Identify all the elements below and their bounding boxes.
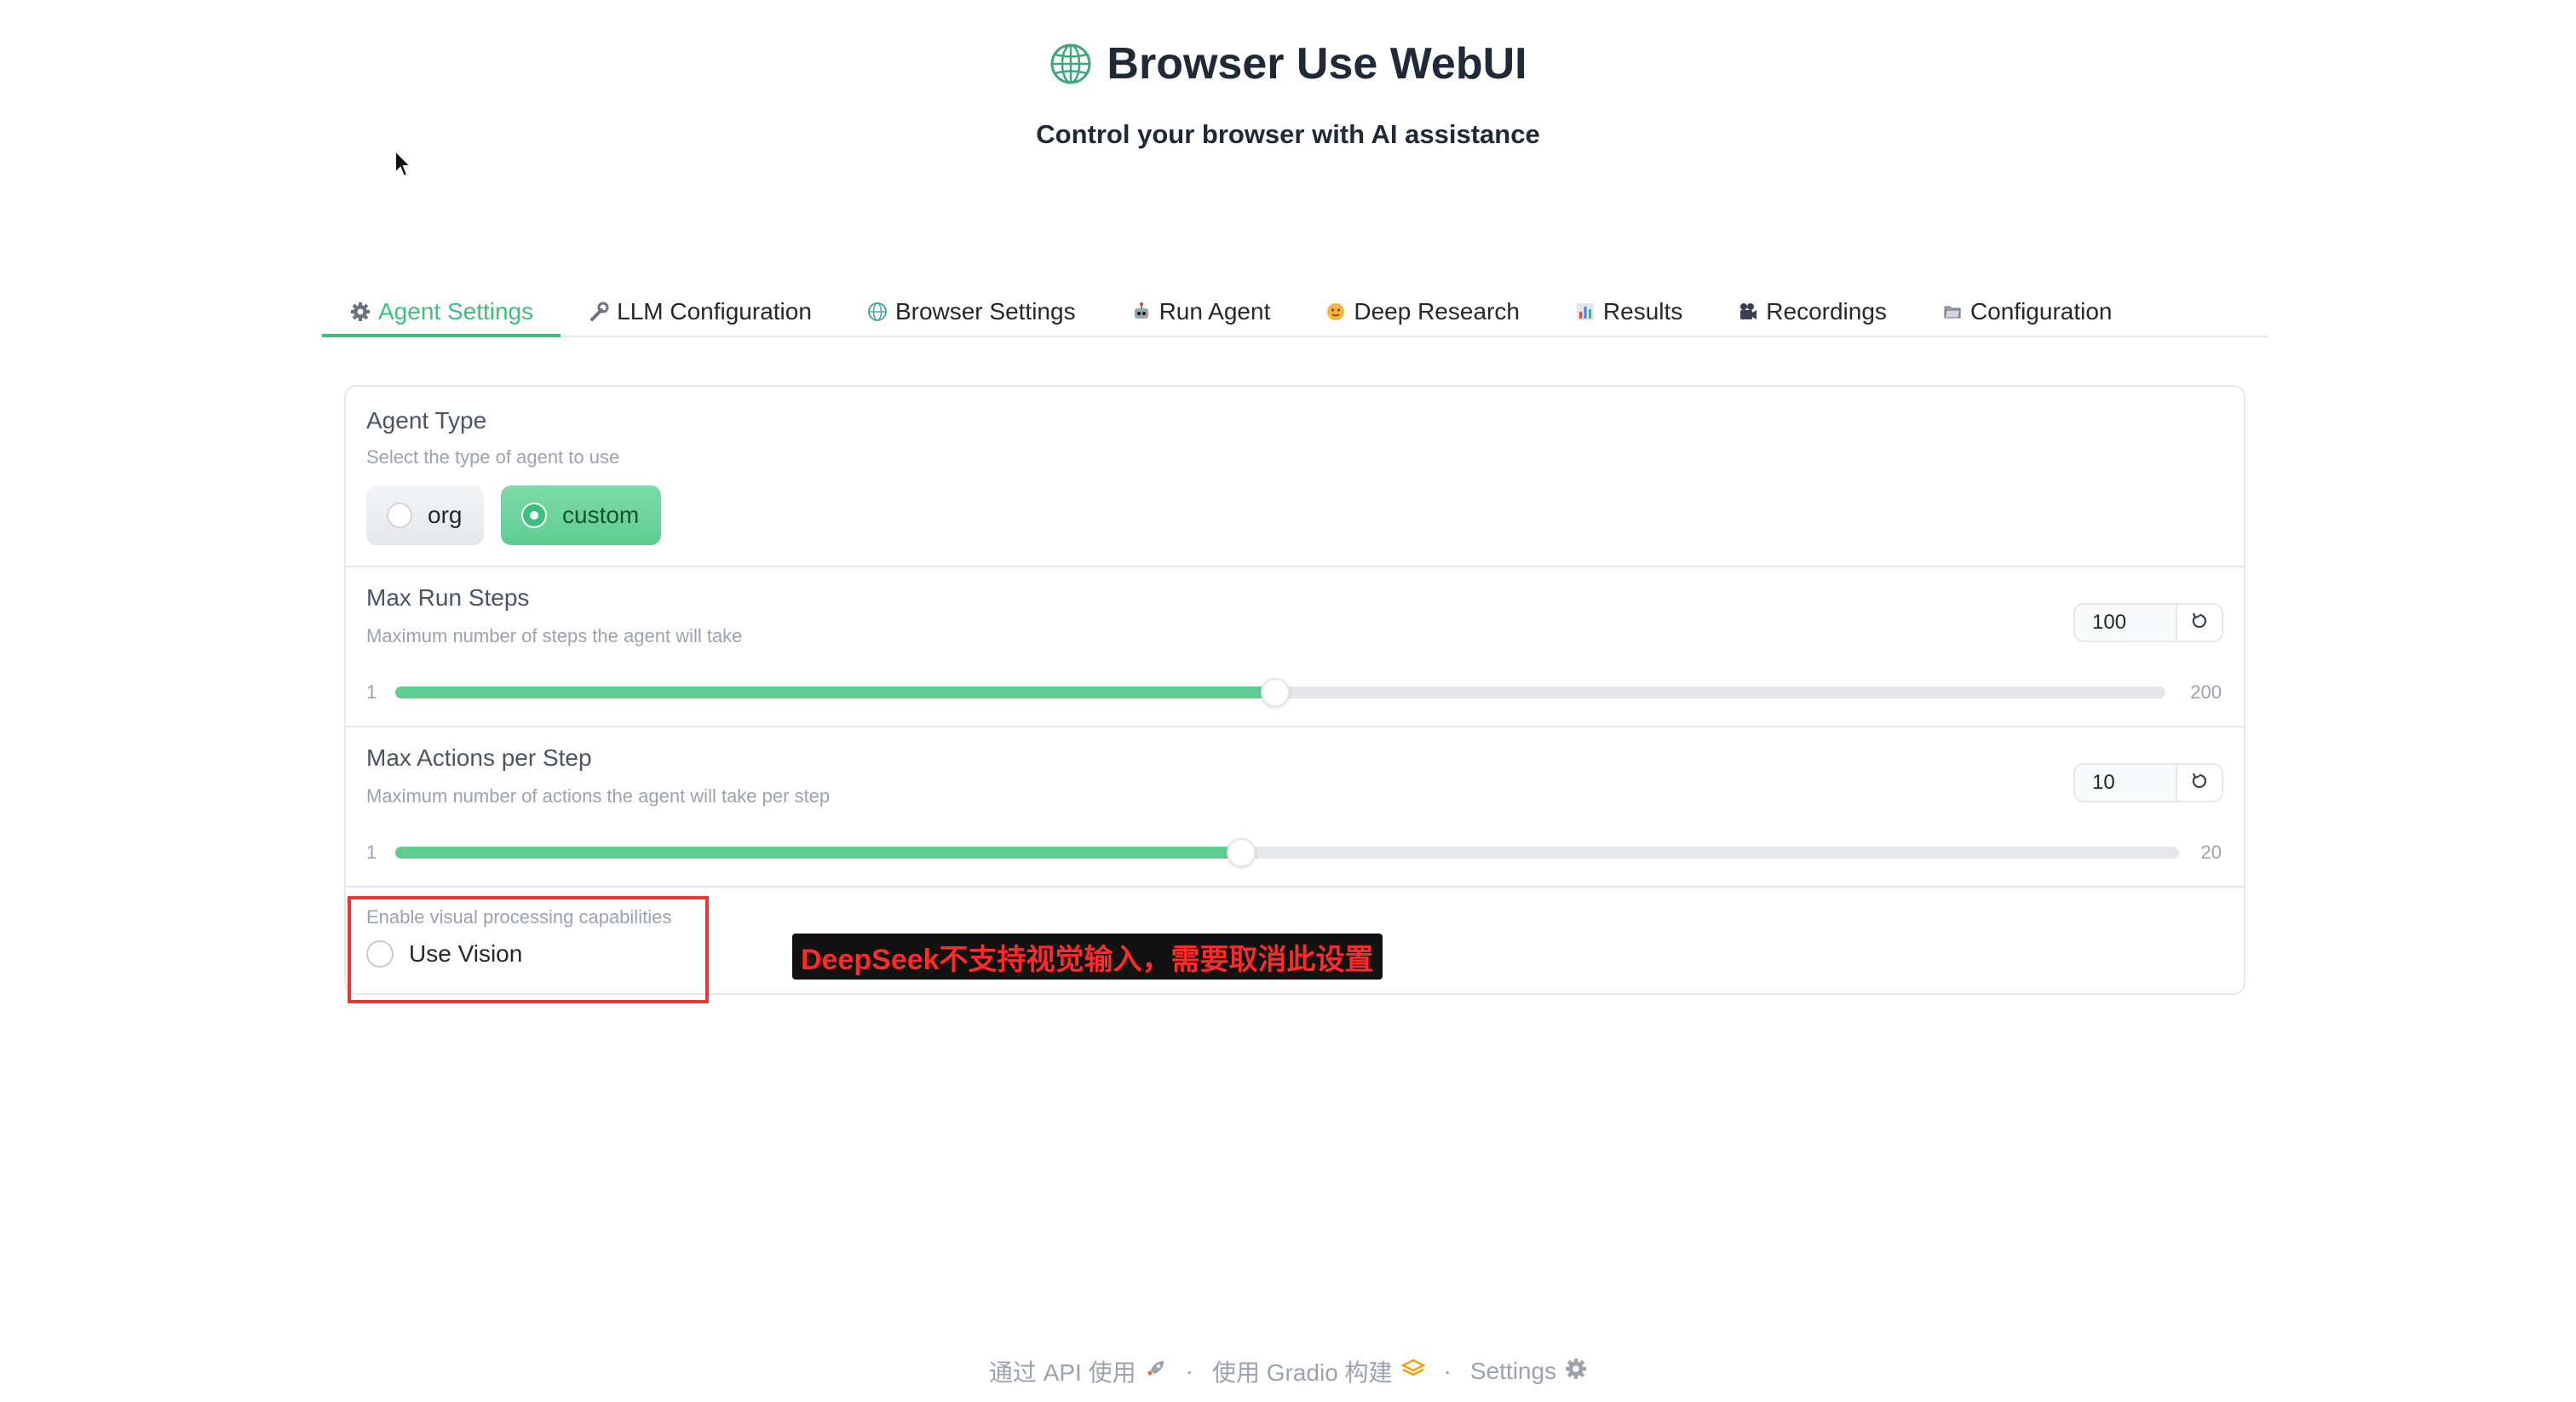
- globe-icon: [1049, 42, 1093, 86]
- tab-results[interactable]: Results: [1547, 288, 1710, 336]
- max-run-steps-slider[interactable]: [395, 678, 2165, 707]
- globe-icon: [866, 301, 888, 323]
- page-subtitle: Control your browser with AI assistance: [1036, 119, 1540, 149]
- slider-thumb[interactable]: [1260, 678, 1290, 707]
- gear-icon: [1565, 1358, 1587, 1386]
- max-run-steps-input[interactable]: [2075, 605, 2176, 641]
- reset-icon: [2190, 772, 2209, 795]
- footer-settings-link[interactable]: Settings: [1470, 1358, 1587, 1386]
- footer-api-label: 通过 API 使用: [988, 1359, 1136, 1386]
- radio-unchecked-icon: [387, 503, 412, 528]
- max-actions-block: Max Actions per Step Maximum number of a…: [346, 726, 2244, 888]
- max-actions-slider[interactable]: [395, 838, 2179, 867]
- tab-recordings[interactable]: Recordings: [1710, 288, 1914, 336]
- max-actions-input[interactable]: [2075, 765, 2176, 801]
- agent-type-option-custom[interactable]: custom: [501, 486, 662, 545]
- tab-label: Configuration: [1969, 298, 2113, 325]
- footer: 通过 API 使用 · 使用 Gradio 构建 · Settings: [0, 1354, 2576, 1388]
- max-run-steps-reset-button[interactable]: [2176, 605, 2222, 641]
- max-run-steps-block: Max Run Steps Maximum number of steps th…: [346, 566, 2244, 727]
- max-run-steps-info: Maximum number of steps the agent will t…: [366, 625, 743, 646]
- robot-icon: [1130, 301, 1153, 323]
- tab-label: Agent Settings: [378, 298, 534, 325]
- tab-label: Recordings: [1766, 298, 1887, 325]
- slider-thumb[interactable]: [1226, 838, 1256, 867]
- bar-chart-icon: [1574, 301, 1596, 323]
- annotation-highlight-box: [348, 896, 709, 1003]
- slider-fill: [395, 847, 1241, 859]
- option-label: org: [428, 502, 463, 528]
- max-run-steps-max: 200: [2190, 681, 2222, 703]
- slider-fill: [395, 687, 1275, 698]
- tab-configuration[interactable]: Configuration: [1914, 288, 2140, 336]
- wrench-icon: [588, 301, 610, 323]
- tab-bar: Agent Settings LLM Configuration Browser…: [322, 286, 2268, 337]
- annotation-note: DeepSeek不支持视觉输入，需要取消此设置: [792, 934, 1383, 980]
- agent-type-label: Agent Type: [366, 407, 487, 434]
- gear-icon: [349, 301, 371, 323]
- footer-separator: ·: [1443, 1358, 1452, 1384]
- tab-agent-settings[interactable]: Agent Settings: [322, 290, 561, 337]
- tab-llm-configuration[interactable]: LLM Configuration: [561, 288, 839, 336]
- reset-icon: [2190, 612, 2209, 635]
- agent-type-block: Agent Type Select the type of agent to u…: [346, 387, 2244, 567]
- tab-browser-settings[interactable]: Browser Settings: [839, 288, 1103, 336]
- page-title: Browser Use WebUI: [1049, 34, 1527, 94]
- tab-label: Deep Research: [1354, 298, 1520, 325]
- max-run-steps-number: [2073, 603, 2223, 642]
- title-text: Browser Use WebUI: [1107, 39, 1527, 89]
- tab-deep-research[interactable]: Deep Research: [1297, 288, 1547, 336]
- camera-icon: [1737, 301, 1759, 323]
- face-icon: [1325, 301, 1347, 323]
- max-actions-number: [2073, 763, 2223, 802]
- rocket-icon: [1145, 1358, 1167, 1386]
- tab-label: Run Agent: [1159, 298, 1271, 325]
- tab-label: LLM Configuration: [617, 298, 812, 325]
- max-actions-info: Maximum number of actions the agent will…: [366, 785, 831, 807]
- max-actions-reset-button[interactable]: [2176, 765, 2222, 801]
- agent-type-info: Select the type of agent to use: [366, 446, 620, 468]
- header: Browser Use WebUI: [0, 34, 2576, 94]
- tab-label: Browser Settings: [894, 298, 1076, 325]
- tab-run-agent[interactable]: Run Agent: [1103, 288, 1298, 336]
- agent-type-option-org[interactable]: org: [366, 486, 485, 545]
- mouse-cursor-icon: [394, 148, 414, 184]
- max-actions-min: 1: [366, 842, 377, 863]
- footer-gradio-link[interactable]: 使用 Gradio 构建: [1211, 1354, 1426, 1388]
- footer-settings-label: Settings: [1469, 1358, 1557, 1384]
- footer-gradio-label: 使用 Gradio 构建: [1211, 1359, 1393, 1386]
- option-label: custom: [562, 502, 640, 528]
- folder-icon: [1941, 301, 1964, 323]
- footer-separator: ·: [1185, 1358, 1193, 1384]
- footer-api-link[interactable]: 通过 API 使用: [989, 1354, 1167, 1388]
- max-actions-max: 20: [2200, 842, 2222, 863]
- gradio-logo-icon: [1400, 1358, 1426, 1386]
- max-run-steps-min: 1: [366, 681, 377, 703]
- max-actions-label: Max Actions per Step: [366, 744, 592, 771]
- radio-checked-icon: [521, 503, 547, 528]
- max-run-steps-label: Max Run Steps: [366, 584, 530, 611]
- page: Browser Use WebUI Control your browser w…: [0, 0, 2576, 1402]
- tab-label: Results: [1602, 298, 1683, 325]
